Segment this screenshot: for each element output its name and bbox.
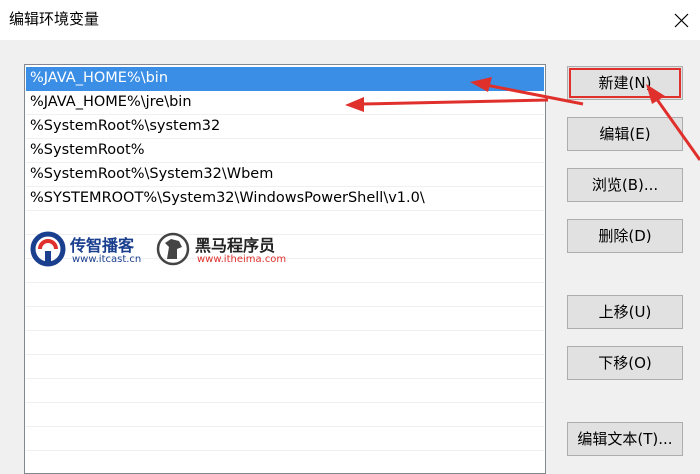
list-item-empty[interactable] xyxy=(26,379,544,403)
move-down-button[interactable]: 下移(O) xyxy=(567,346,683,380)
edit-button[interactable]: 编辑(E) xyxy=(567,117,683,151)
list-item-empty[interactable] xyxy=(26,307,544,331)
list-item[interactable]: %JAVA_HOME%\bin xyxy=(26,67,544,91)
dialog-title: 编辑环境变量 xyxy=(9,10,100,28)
new-button[interactable]: 新建(N) xyxy=(567,66,683,100)
path-list[interactable]: %JAVA_HOME%\bin %JAVA_HOME%\jre\bin %Sys… xyxy=(24,64,546,474)
edit-text-button[interactable]: 编辑文本(T)... xyxy=(567,422,683,456)
list-item-empty[interactable] xyxy=(26,331,544,355)
list-item-empty[interactable] xyxy=(26,283,544,307)
delete-button[interactable]: 删除(D) xyxy=(567,219,683,253)
list-item-empty[interactable] xyxy=(26,427,544,451)
list-item[interactable]: %SYSTEMROOT%\System32\WindowsPowerShell\… xyxy=(26,187,544,211)
list-item[interactable]: %SystemRoot% xyxy=(26,139,544,163)
list-item[interactable]: %SystemRoot%\System32\Wbem xyxy=(26,163,544,187)
title-bar: 编辑环境变量 xyxy=(0,0,700,40)
itcast-logo-icon xyxy=(30,231,66,267)
move-up-button[interactable]: 上移(U) xyxy=(567,295,683,329)
itcast-logo: 传智播客 www.itcast.cn xyxy=(30,231,150,269)
list-item[interactable]: %JAVA_HOME%\jre\bin xyxy=(26,91,544,115)
list-item[interactable]: %SystemRoot%\system32 xyxy=(26,115,544,139)
list-item-empty[interactable] xyxy=(26,451,544,473)
itheima-logo-name: 黑马程序员 xyxy=(195,236,276,255)
list-item-empty[interactable] xyxy=(26,355,544,379)
close-button[interactable] xyxy=(664,4,698,36)
horse-head-icon xyxy=(156,232,190,266)
browse-button[interactable]: 浏览(B)... xyxy=(567,168,683,202)
itcast-logo-name: 传智播客 xyxy=(70,236,135,255)
close-icon xyxy=(674,13,689,28)
itheima-logo-url: www.itheima.com xyxy=(197,254,287,265)
itcast-logo-url: www.itcast.cn xyxy=(72,254,142,265)
itheima-logo: 黑马程序员 www.itheima.com xyxy=(155,231,290,269)
list-item-empty[interactable] xyxy=(26,403,544,427)
